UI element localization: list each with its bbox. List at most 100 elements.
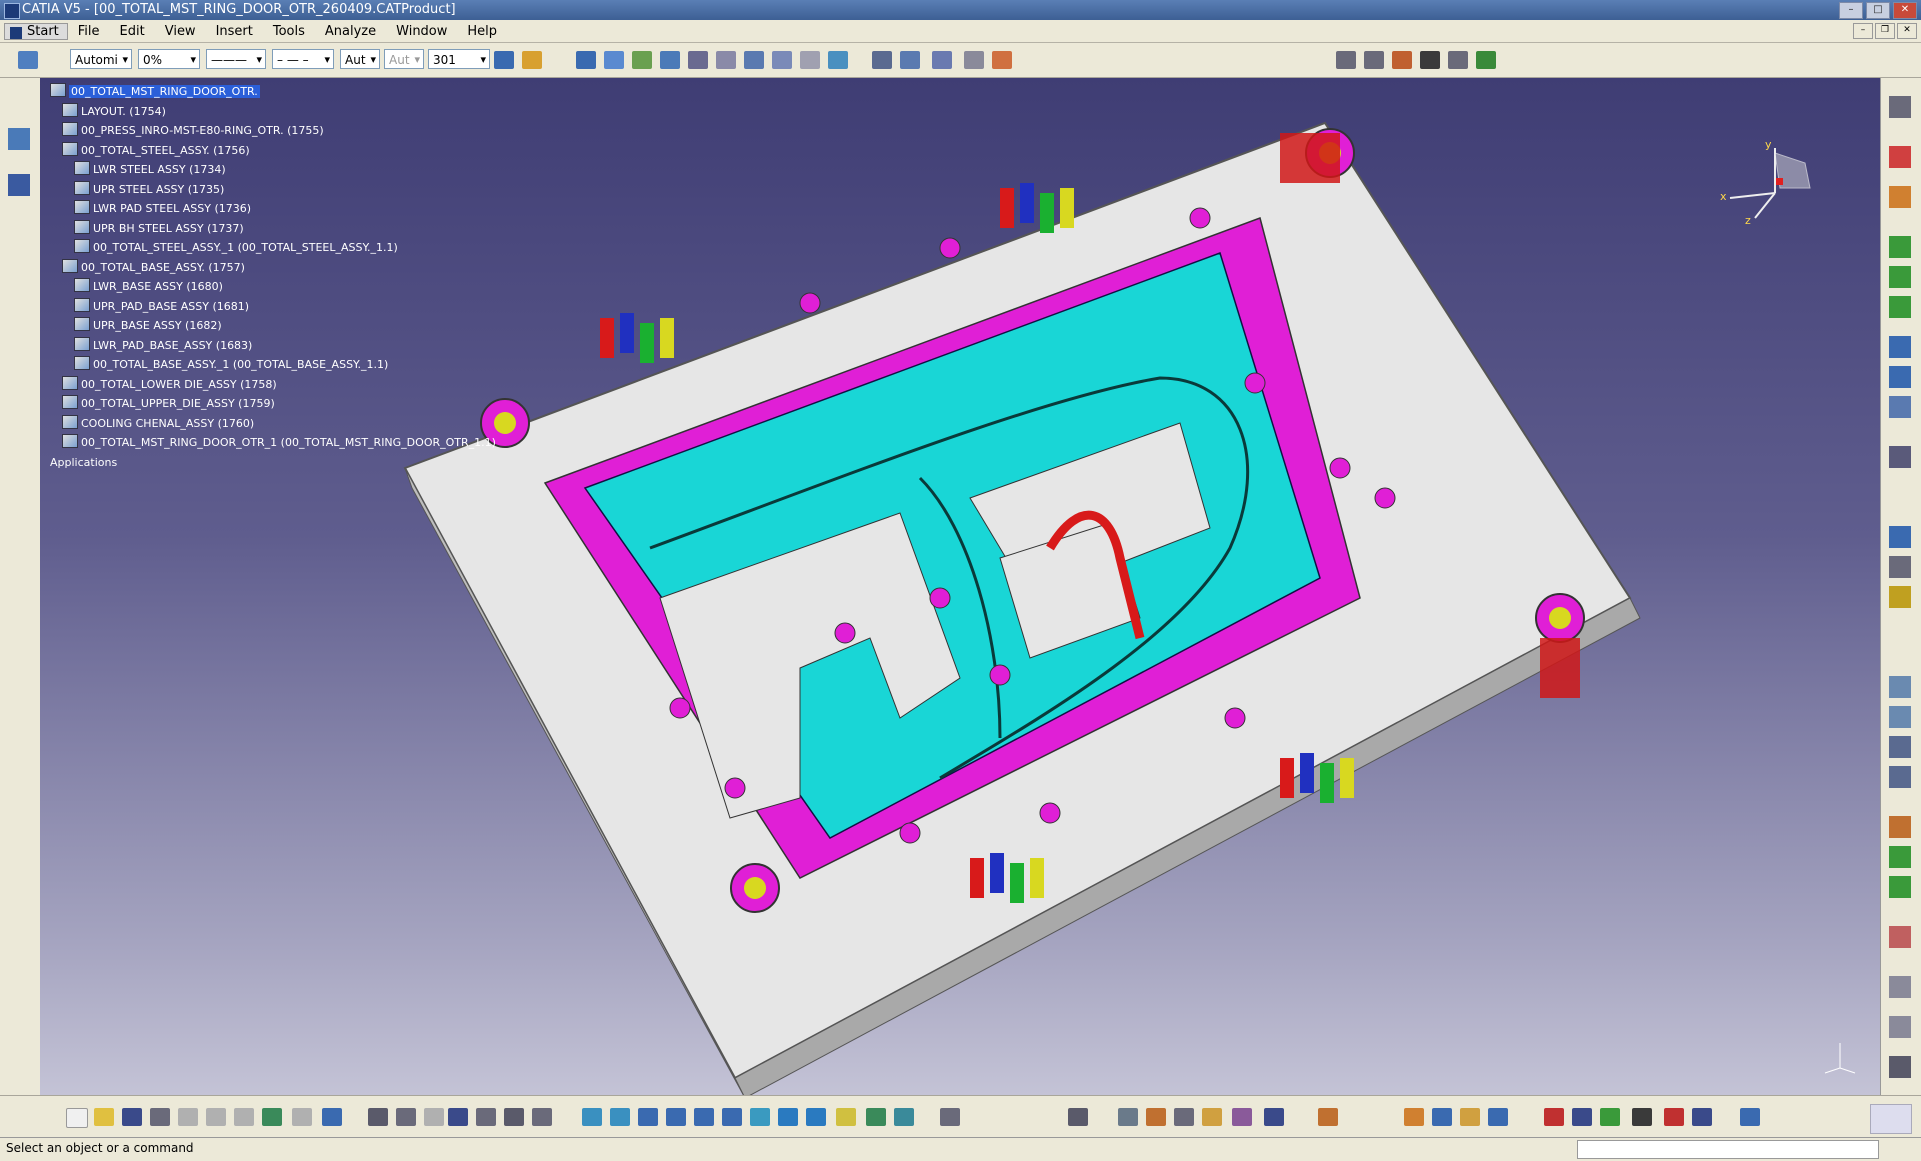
- design-table-icon[interactable]: [448, 1108, 468, 1126]
- scene-icon-right[interactable]: [1889, 876, 1911, 898]
- catalog-browser-icon[interactable]: [476, 1108, 496, 1126]
- multi-instantiation-icon[interactable]: [828, 51, 848, 69]
- fix-icon[interactable]: [1889, 586, 1911, 608]
- properties-icon[interactable]: [1448, 51, 1468, 69]
- point-combo[interactable]: Aut: [340, 49, 380, 70]
- move-icon[interactable]: [1889, 336, 1911, 358]
- tree-node-lwr-steel[interactable]: LWR STEEL ASSY (1734): [50, 160, 496, 180]
- command-input[interactable]: [1577, 1140, 1879, 1159]
- menu-view[interactable]: View: [155, 24, 206, 39]
- plane-tool-icon[interactable]: [1740, 1108, 1760, 1126]
- product-structure-icon[interactable]: [576, 51, 596, 69]
- generate-numbering-icon[interactable]: [772, 51, 792, 69]
- distance-icon[interactable]: [1889, 766, 1911, 788]
- copy-icon[interactable]: [206, 1108, 226, 1126]
- hide-show-icon[interactable]: [866, 1108, 886, 1126]
- update-icon[interactable]: [1068, 1108, 1088, 1126]
- doc-minimize-button[interactable]: –: [1853, 23, 1873, 39]
- manipulate-icon[interactable]: [1146, 1108, 1166, 1126]
- menu-analyze[interactable]: Analyze: [315, 24, 386, 39]
- color-combo[interactable]: Automi: [70, 49, 132, 70]
- tree-node-total-base-1[interactable]: 00_TOTAL_BASE_ASSY._1 (00_TOTAL_BASE_ASS…: [50, 355, 496, 375]
- coincidence-icon[interactable]: [1889, 526, 1911, 548]
- menu-help[interactable]: Help: [457, 24, 507, 39]
- help-icon[interactable]: [322, 1108, 342, 1126]
- annotation-text-icon[interactable]: [900, 51, 920, 69]
- clash-icon[interactable]: [1889, 706, 1911, 728]
- tree-node-applications[interactable]: Applications: [50, 453, 496, 473]
- measure-between-icon[interactable]: [940, 1108, 960, 1126]
- pcs-icon[interactable]: [1889, 146, 1911, 168]
- fly-mode-icon[interactable]: [582, 1108, 602, 1126]
- tools-palette-icon-1[interactable]: [1404, 1108, 1424, 1126]
- annotation-icon-right[interactable]: [1889, 926, 1911, 948]
- knowledge-icon[interactable]: [424, 1108, 444, 1126]
- explode-icon[interactable]: [1889, 396, 1911, 418]
- tree-node-upr-base[interactable]: UPR_BASE ASSY (1682): [50, 316, 496, 336]
- contact-icon[interactable]: [1889, 556, 1911, 578]
- insert-component-icon[interactable]: [1889, 236, 1911, 258]
- tools-palette-icon-2[interactable]: [1432, 1108, 1452, 1126]
- component-icon[interactable]: [1174, 1108, 1194, 1126]
- doc-restore-button[interactable]: ❐: [1875, 23, 1895, 39]
- law-icon[interactable]: [504, 1108, 524, 1126]
- line-type-combo[interactable]: – — –: [272, 49, 334, 70]
- maximize-button[interactable]: □: [1866, 2, 1890, 19]
- tree-node-upr-pad-base[interactable]: UPR_PAD_BASE ASSY (1681): [50, 297, 496, 317]
- constraint-icon[interactable]: [1889, 446, 1911, 468]
- fit-all-icon[interactable]: [610, 1108, 630, 1126]
- bom-tool-icon[interactable]: [1392, 51, 1412, 69]
- tree-node-total-steel-1[interactable]: 00_TOTAL_STEEL_ASSY._1 (00_TOTAL_STEEL_A…: [50, 238, 496, 258]
- brush-icon[interactable]: [522, 51, 542, 69]
- compass-icon[interactable]: y x z: [1720, 138, 1820, 228]
- doc-close-button[interactable]: ✕: [1897, 23, 1917, 39]
- existing-component-icon[interactable]: [688, 51, 708, 69]
- line-weight-combo[interactable]: ———: [206, 49, 266, 70]
- menu-file[interactable]: File: [68, 24, 110, 39]
- save-icon[interactable]: [122, 1108, 142, 1126]
- tools-palette-icon-7[interactable]: [1632, 1108, 1652, 1126]
- 3d-annotation-icon[interactable]: [964, 51, 984, 69]
- tools-palette-icon-3[interactable]: [1460, 1108, 1480, 1126]
- open-folder-icon[interactable]: [94, 1108, 114, 1126]
- save-management-icon[interactable]: [1420, 51, 1440, 69]
- catia-app-icon[interactable]: [4, 3, 20, 19]
- cut-icon[interactable]: [178, 1108, 198, 1126]
- transparency-combo[interactable]: 0%: [138, 49, 200, 70]
- 3d-viewport[interactable]: 00_TOTAL_MST_RING_DOOR_OTR. LAYOUT. (175…: [40, 78, 1880, 1095]
- tools-palette-icon-5[interactable]: [1544, 1108, 1564, 1126]
- shading-icon[interactable]: [836, 1108, 856, 1126]
- text-tool-icon[interactable]: [1572, 1108, 1592, 1126]
- menu-insert[interactable]: Insert: [206, 24, 263, 39]
- filter-icon[interactable]: [1889, 976, 1911, 998]
- new-component-icon[interactable]: [604, 51, 624, 69]
- tree-node-total-steel[interactable]: 00_TOTAL_STEEL_ASSY. (1756): [50, 141, 496, 161]
- graph-tree-reorder-icon[interactable]: [744, 51, 764, 69]
- minimize-button[interactable]: –: [1839, 2, 1863, 19]
- sketch-icon[interactable]: [1202, 1108, 1222, 1126]
- formula-icon[interactable]: [368, 1108, 388, 1126]
- flag-note-icon[interactable]: [932, 51, 952, 69]
- tree-node-total-base[interactable]: 00_TOTAL_BASE_ASSY. (1757): [50, 258, 496, 278]
- print-icon[interactable]: [150, 1108, 170, 1126]
- replace-component-icon[interactable]: [716, 51, 736, 69]
- zoom-out-icon[interactable]: [722, 1108, 742, 1126]
- weld-icon[interactable]: [1889, 816, 1911, 838]
- pan-icon[interactable]: [638, 1108, 658, 1126]
- reconnect-icon[interactable]: [800, 51, 820, 69]
- tree-node-lwr-pad-steel[interactable]: LWR PAD STEEL ASSY (1736): [50, 199, 496, 219]
- tree-node-layout[interactable]: LAYOUT. (1754): [50, 102, 496, 122]
- scan-icon[interactable]: [1264, 1108, 1284, 1126]
- redo-icon[interactable]: [292, 1108, 312, 1126]
- constraints-update-icon[interactable]: [1118, 1108, 1138, 1126]
- tools-palette-icon-9[interactable]: [1692, 1108, 1712, 1126]
- tree-node-upr-steel[interactable]: UPR STEEL ASSY (1735): [50, 180, 496, 200]
- tools-palette-icon-4[interactable]: [1488, 1108, 1508, 1126]
- list-icon[interactable]: [532, 1108, 552, 1126]
- iso-view-icon[interactable]: [806, 1108, 826, 1126]
- cache-icon[interactable]: [1889, 1016, 1911, 1038]
- menu-tools[interactable]: Tools: [263, 24, 315, 39]
- undo-icon[interactable]: [262, 1108, 282, 1126]
- multi-view-icon[interactable]: [778, 1108, 798, 1126]
- new-product-icon[interactable]: [632, 51, 652, 69]
